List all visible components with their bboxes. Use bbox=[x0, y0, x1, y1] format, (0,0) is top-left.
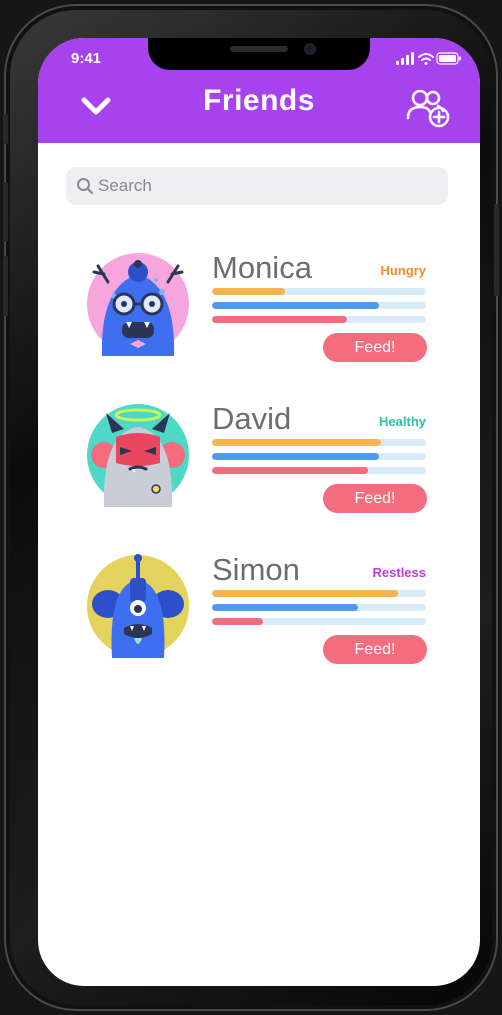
energy-bar bbox=[212, 604, 426, 611]
friend-item-monica: Monica Hungry Feed! bbox=[38, 250, 480, 382]
hunger-bar bbox=[212, 439, 426, 446]
status-time: 9:41 bbox=[71, 50, 102, 67]
app-header: 9:41 Friends bbox=[38, 38, 480, 143]
friend-name: Monica bbox=[212, 250, 312, 285]
health-bar bbox=[212, 467, 426, 474]
energy-bar-fill bbox=[212, 453, 379, 460]
energy-bar bbox=[212, 302, 426, 309]
energy-bar-fill bbox=[212, 302, 379, 309]
battery-icon bbox=[436, 52, 461, 65]
devil-monster-halo-avatar bbox=[87, 404, 189, 507]
health-bar bbox=[212, 316, 426, 323]
hunger-bar-fill bbox=[212, 288, 285, 295]
signal-icon bbox=[396, 52, 414, 65]
friend-name: Simon bbox=[212, 552, 300, 587]
friend-item-david: David Healthy Feed! bbox=[38, 401, 480, 533]
front-camera bbox=[304, 43, 316, 55]
health-bar bbox=[212, 618, 426, 625]
hunger-bar-fill bbox=[212, 439, 382, 446]
status-badge: Restless bbox=[372, 565, 426, 580]
search-bar[interactable] bbox=[66, 167, 448, 205]
speaker bbox=[230, 46, 288, 52]
blue-monster-antlers-avatar bbox=[87, 253, 189, 356]
health-bar-fill bbox=[212, 618, 264, 625]
hunger-bar-fill bbox=[212, 590, 399, 597]
feed-button[interactable]: Feed! bbox=[323, 333, 427, 362]
volume-up-button bbox=[3, 182, 8, 242]
add-friend-icon[interactable] bbox=[406, 88, 452, 128]
power-button bbox=[494, 204, 499, 296]
energy-bar-fill bbox=[212, 604, 358, 611]
cyclops-monster-antenna-avatar bbox=[87, 554, 189, 658]
feed-button[interactable]: Feed! bbox=[323, 635, 427, 664]
hunger-bar bbox=[212, 288, 426, 295]
friend-item-simon: Simon Restless Feed! bbox=[38, 552, 480, 684]
phone-frame: 9:41 Friends Search Monica Hungry Feed! … bbox=[3, 4, 499, 1011]
search-icon bbox=[77, 178, 94, 195]
health-bar-fill bbox=[212, 316, 347, 323]
mute-switch bbox=[3, 114, 8, 144]
friend-name: David bbox=[212, 401, 292, 436]
hunger-bar bbox=[212, 590, 426, 597]
wifi-icon bbox=[418, 53, 434, 65]
volume-down-button bbox=[3, 256, 8, 316]
status-badge: Hungry bbox=[380, 263, 427, 278]
feed-button[interactable]: Feed! bbox=[323, 484, 427, 513]
status-icons bbox=[396, 52, 461, 65]
energy-bar bbox=[212, 453, 426, 460]
status-badge: Healthy bbox=[379, 414, 426, 429]
notch bbox=[148, 38, 370, 70]
health-bar-fill bbox=[212, 467, 369, 474]
search-input[interactable] bbox=[98, 167, 438, 205]
screen: 9:41 Friends Search Monica Hungry Feed! … bbox=[38, 38, 480, 986]
